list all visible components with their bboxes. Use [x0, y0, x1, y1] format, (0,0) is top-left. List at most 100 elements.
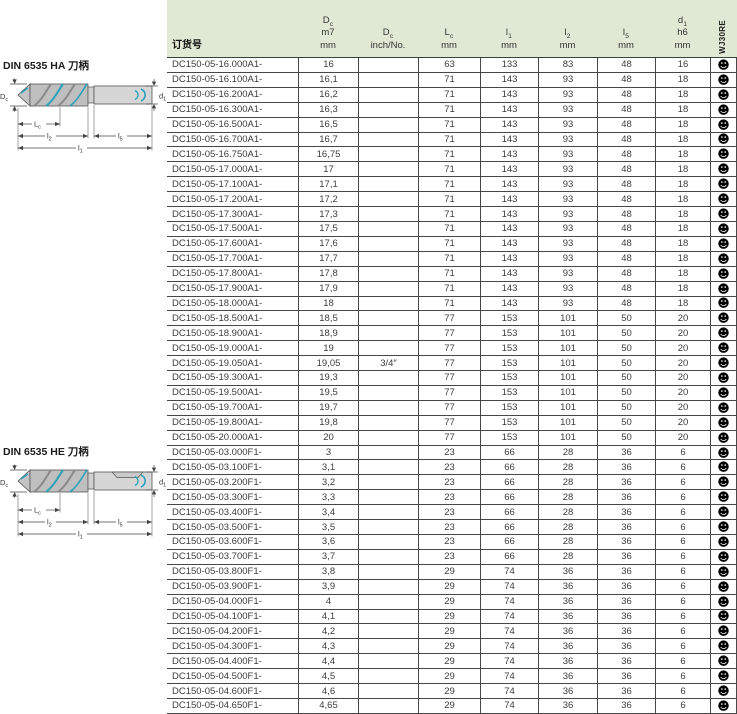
cell-dc-mm: 19,3 [298, 371, 358, 385]
cell-d1: 20 [655, 311, 710, 325]
table-row: DC150-05-19.050A1-19,053/4″771531015020☻ [167, 356, 737, 371]
cell-dc-inch [358, 58, 418, 72]
cell-order-number: DC150-05-18.900A1- [167, 326, 298, 340]
cell-d1: 6 [655, 610, 710, 624]
cell-l2: 93 [538, 162, 597, 176]
cell-grade-availability: ☻ [710, 475, 737, 489]
col-header-dc-inch: Dc inch/No. [358, 0, 418, 57]
cell-dc-mm: 3,5 [298, 520, 358, 534]
availability-dot-icon: ☻ [717, 521, 730, 533]
cell-lc: 23 [418, 550, 480, 564]
cell-grade-availability: ☻ [710, 356, 737, 370]
cell-l2: 36 [538, 610, 597, 624]
cell-lc: 71 [418, 222, 480, 236]
cell-grade-availability: ☻ [710, 371, 737, 385]
table-row: DC150-05-03.000F1-3236628366☻ [167, 446, 737, 461]
cell-lc: 63 [418, 58, 480, 72]
cell-dc-inch [358, 371, 418, 385]
cell-lc: 71 [418, 103, 480, 117]
cell-l5: 48 [597, 177, 655, 191]
col-header-l2: l2 mm [538, 0, 597, 57]
cell-lc: 29 [418, 684, 480, 698]
cell-lc: 29 [418, 669, 480, 683]
cell-order-number: DC150-05-04.400F1- [167, 654, 298, 668]
table-row: DC150-05-03.200F1-3,2236628366☻ [167, 475, 737, 490]
cell-d1: 16 [655, 58, 710, 72]
cell-grade-availability: ☻ [710, 386, 737, 400]
cell-d1: 18 [655, 88, 710, 102]
cell-dc-mm: 19,7 [298, 401, 358, 415]
grade-label: WJ30RE [718, 20, 728, 54]
table-row: DC150-05-17.500A1-17,571143934818☻ [167, 222, 737, 237]
cell-grade-availability: ☻ [710, 624, 737, 638]
cell-d1: 6 [655, 639, 710, 653]
cell-dc-mm: 17,9 [298, 282, 358, 296]
drill-neck [88, 87, 94, 103]
cell-l2: 36 [538, 565, 597, 579]
cell-l2: 101 [538, 416, 597, 430]
cell-l5: 36 [597, 639, 655, 653]
cell-lc: 71 [418, 162, 480, 176]
cell-lc: 29 [418, 610, 480, 624]
table-row: DC150-05-19.500A1-19,5771531015020☻ [167, 386, 737, 401]
cell-l1: 153 [480, 386, 538, 400]
cell-l2: 101 [538, 401, 597, 415]
table-row: DC150-05-19.800A1-19,8771531015020☻ [167, 416, 737, 431]
cell-lc: 77 [418, 371, 480, 385]
cell-l1: 66 [480, 490, 538, 504]
table-row: DC150-05-19.300A1-19,3771531015020☻ [167, 371, 737, 386]
availability-dot-icon: ☻ [717, 342, 730, 354]
cell-d1: 20 [655, 431, 710, 445]
dim-label-l2: l2 [47, 132, 52, 143]
cell-order-number: DC150-05-17.100A1- [167, 177, 298, 191]
weldon-flat [112, 472, 143, 478]
cell-lc: 77 [418, 311, 480, 325]
cell-lc: 71 [418, 252, 480, 266]
cell-l5: 36 [597, 610, 655, 624]
cell-grade-availability: ☻ [710, 267, 737, 281]
cell-dc-mm: 4,6 [298, 684, 358, 698]
cell-lc: 71 [418, 177, 480, 191]
cell-l1: 143 [480, 252, 538, 266]
cell-d1: 18 [655, 282, 710, 296]
availability-dot-icon: ☻ [717, 402, 730, 414]
cell-order-number: DC150-05-17.300A1- [167, 207, 298, 221]
cell-d1: 6 [655, 446, 710, 460]
cell-l2: 28 [538, 460, 597, 474]
cell-dc-mm: 3 [298, 446, 358, 460]
cell-d1: 18 [655, 162, 710, 176]
dim-label-l2: l2 [47, 518, 52, 529]
table-row: DC150-05-18.900A1-18,9771531015020☻ [167, 326, 737, 341]
cell-dc-inch [358, 311, 418, 325]
cell-lc: 23 [418, 505, 480, 519]
cell-l5: 48 [597, 73, 655, 87]
cell-d1: 18 [655, 207, 710, 221]
availability-dot-icon: ☻ [717, 89, 730, 101]
cell-l5: 48 [597, 282, 655, 296]
cell-l1: 153 [480, 401, 538, 415]
availability-dot-icon: ☻ [717, 432, 730, 444]
cell-l5: 48 [597, 58, 655, 72]
cell-order-number: DC150-05-17.800A1- [167, 267, 298, 281]
order-header-label: 订货号 [172, 39, 202, 52]
cell-grade-availability: ☻ [710, 610, 737, 624]
table-row: DC150-05-17.200A1-17,271143934818☻ [167, 192, 737, 207]
cell-l5: 36 [597, 550, 655, 564]
cell-dc-inch [358, 326, 418, 340]
cell-l5: 48 [597, 222, 655, 236]
cell-order-number: DC150-05-03.100F1- [167, 460, 298, 474]
col-header-l5: l5 mm [597, 0, 655, 57]
cell-l1: 74 [480, 580, 538, 594]
cell-dc-mm: 19,8 [298, 416, 358, 430]
table-row: DC150-05-16.750A1-16,7571143934818☻ [167, 147, 737, 162]
cell-dc-inch [358, 177, 418, 191]
cell-d1: 6 [655, 535, 710, 549]
cell-lc: 71 [418, 73, 480, 87]
cell-order-number: DC150-05-04.300F1- [167, 639, 298, 653]
cell-grade-availability: ☻ [710, 550, 737, 564]
cell-d1: 20 [655, 416, 710, 430]
cell-l2: 28 [538, 446, 597, 460]
cell-lc: 23 [418, 475, 480, 489]
cell-dc-mm: 4 [298, 595, 358, 609]
availability-dot-icon: ☻ [717, 74, 730, 86]
